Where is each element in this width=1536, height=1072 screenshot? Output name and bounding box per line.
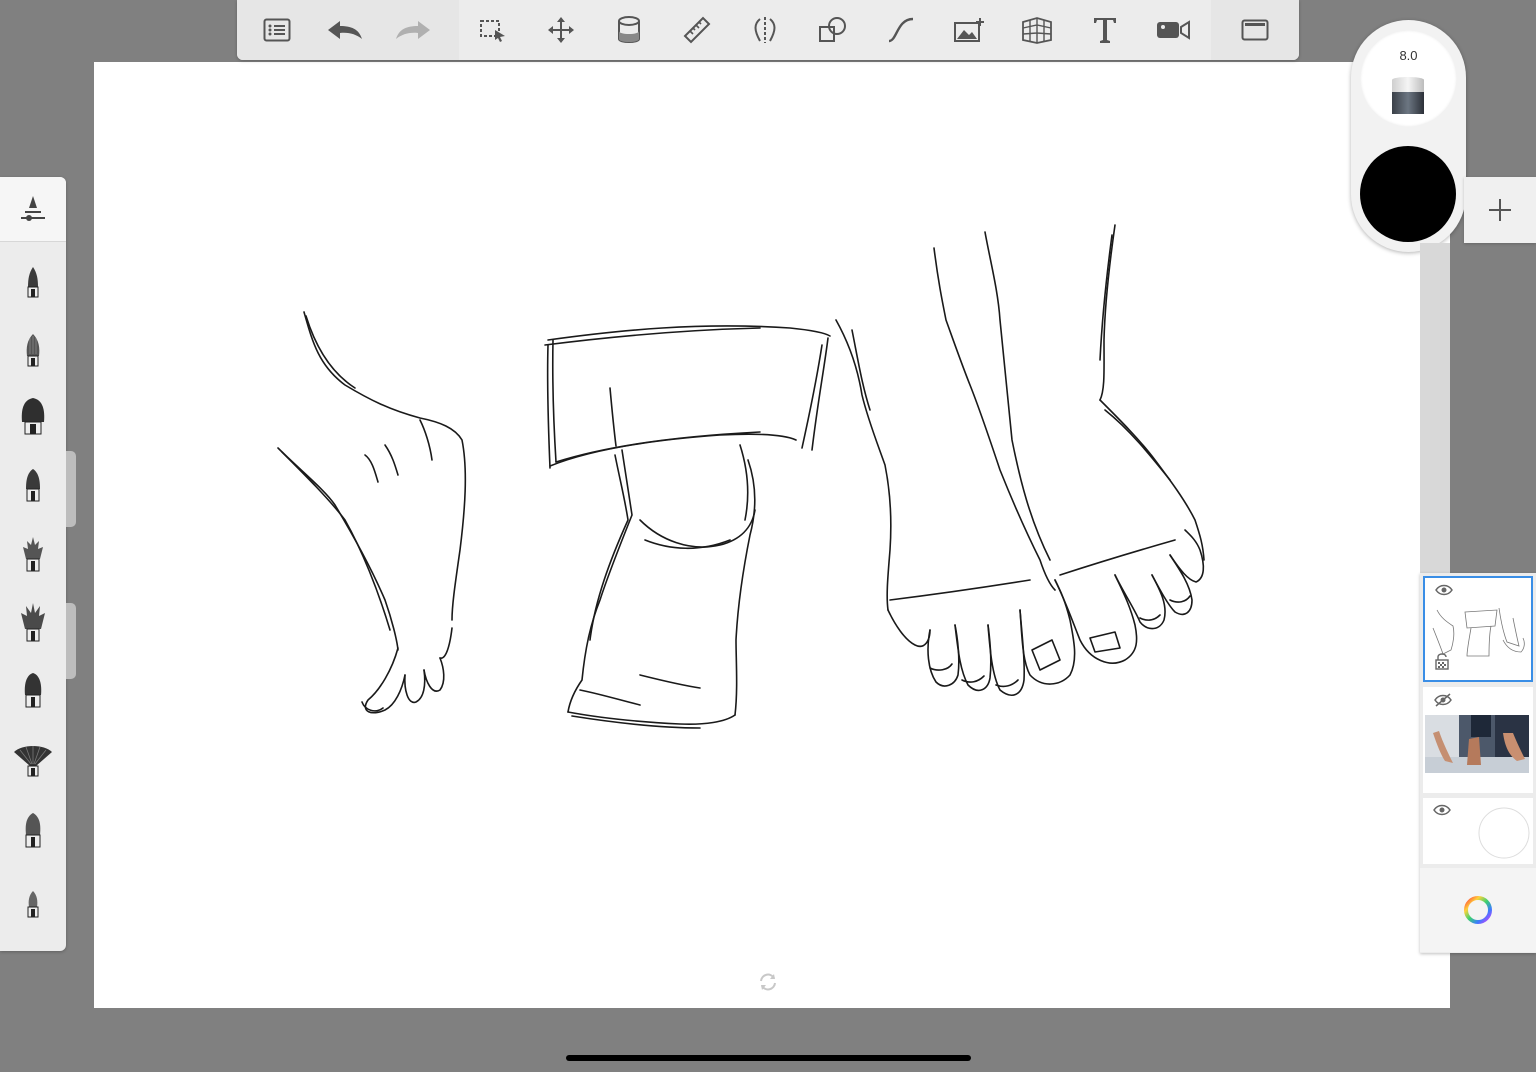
brush-tip-icon [27, 891, 39, 918]
brush-tip-icon [21, 398, 45, 435]
view-group [1211, 0, 1299, 60]
perspective-grid-button[interactable] [1003, 0, 1071, 60]
spiky-brush[interactable] [0, 524, 66, 584]
chisel-brush[interactable] [0, 660, 66, 720]
brush-properties-button[interactable] [0, 177, 66, 242]
foot-boxy-sketch [544, 325, 831, 729]
transform-button[interactable] [527, 0, 595, 60]
bristle-brush[interactable] [0, 592, 66, 652]
brush-tip-icon [26, 334, 40, 367]
canvas-rotate-icon[interactable] [757, 971, 779, 993]
brush-tip-icon [23, 537, 43, 572]
background-layer[interactable] [1423, 798, 1533, 864]
history-group [237, 0, 459, 60]
brush-tip-icon [24, 673, 42, 708]
sketch-layer[interactable] [1423, 576, 1533, 682]
shapes-button[interactable] [799, 0, 867, 60]
brush-size-value: 8.0 [1399, 48, 1418, 63]
selection-icon [480, 20, 505, 42]
drawing-canvas[interactable] [94, 62, 1450, 1008]
brush-tip-icon [14, 746, 52, 777]
selection-button[interactable] [459, 0, 527, 60]
eye-icon[interactable] [1433, 804, 1451, 816]
lock-transparency-icon[interactable] [1435, 652, 1449, 670]
current-color-swatch[interactable] [1360, 146, 1456, 242]
eye-icon[interactable] [1435, 584, 1453, 596]
import-image-icon [954, 18, 984, 42]
brush-size-control[interactable]: 8.0 [1360, 30, 1457, 127]
feet-front-sketch [835, 224, 1205, 696]
undo-icon [328, 21, 362, 39]
plus-icon [1489, 199, 1511, 221]
brush-tip-icon [26, 469, 40, 502]
background-color-swatch[interactable] [1477, 806, 1531, 860]
sketch-drawing [277, 224, 1205, 729]
tools-group [459, 0, 1211, 60]
fill-button[interactable] [595, 0, 663, 60]
import-image-button[interactable] [935, 0, 1003, 60]
brush-properties-icon [21, 196, 45, 221]
fan-brush[interactable] [0, 730, 66, 790]
curve-icon [888, 17, 914, 43]
symmetry-icon [754, 17, 776, 43]
reference-photo-layer[interactable] [1423, 687, 1533, 793]
marker-brush[interactable] [0, 455, 66, 515]
text-button[interactable] [1071, 0, 1139, 60]
curve-button[interactable] [867, 0, 935, 60]
text-icon [1094, 18, 1116, 43]
time-lapse-button[interactable] [1139, 0, 1207, 60]
brush-tip-icon [27, 267, 39, 298]
brush-puck[interactable]: 8.0 [1351, 20, 1466, 252]
top-toolbar [237, 0, 1299, 60]
fine-brush[interactable] [0, 874, 66, 934]
undo-button[interactable] [311, 0, 379, 60]
fullscreen-icon [1241, 19, 1269, 41]
fullscreen-button[interactable] [1221, 0, 1289, 60]
shapes-icon [819, 17, 846, 42]
layer-panel-strip [1420, 243, 1450, 573]
layer-thumbnail [1425, 715, 1529, 773]
brush-tip-icon [21, 603, 45, 642]
add-layer-button[interactable] [1464, 177, 1536, 243]
redo-icon [396, 21, 430, 39]
ruler-icon [683, 16, 711, 44]
symmetry-button[interactable] [731, 0, 799, 60]
transform-icon [548, 17, 574, 43]
eye-hidden-icon[interactable] [1433, 693, 1453, 707]
foot-side-sketch [277, 311, 467, 714]
perspective-grid-icon [1022, 17, 1052, 44]
round-brush[interactable] [0, 320, 66, 380]
brush-panel-scroll-handle[interactable] [66, 603, 76, 679]
ruler-button[interactable] [663, 0, 731, 60]
flat-brush[interactable] [0, 386, 66, 446]
home-indicator[interactable] [566, 1055, 971, 1061]
brush-tip-icon [25, 813, 41, 848]
brush-panel-scroll-handle[interactable] [66, 451, 76, 527]
layer-list-icon [263, 18, 291, 42]
eraser-icon [1392, 77, 1424, 114]
redo-button[interactable] [379, 0, 447, 60]
time-lapse-video-icon [1157, 20, 1190, 40]
color-wheel-icon [1464, 896, 1492, 924]
layer-list-button[interactable] [243, 0, 311, 60]
fill-icon [618, 16, 640, 43]
pencil-brush[interactable] [0, 252, 66, 312]
color-editor-button[interactable] [1420, 868, 1536, 952]
soft-brush[interactable] [0, 800, 66, 860]
brush-palette [0, 177, 66, 951]
